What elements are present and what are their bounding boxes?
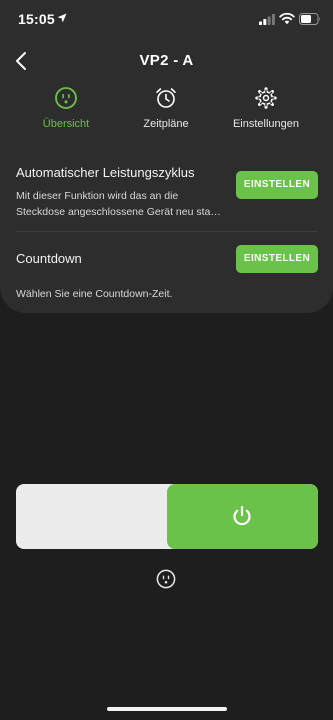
- battery-icon: [299, 13, 320, 25]
- countdown-set-button[interactable]: EINSTELLEN: [236, 245, 318, 273]
- page-title: VP2 - A: [139, 52, 194, 69]
- location-arrow-icon: [57, 13, 67, 23]
- tab-schedules-label: Zeitpläne: [143, 118, 189, 130]
- power-cycle-description: Mit dieser Funktion wird das an die Stec…: [16, 190, 221, 218]
- status-bar: 15:05: [0, 0, 333, 40]
- power-switch-knob[interactable]: [167, 484, 318, 549]
- divider: [16, 231, 318, 232]
- status-time: 15:05: [18, 11, 55, 27]
- tab-schedules[interactable]: Zeitpläne: [116, 86, 216, 136]
- tab-settings[interactable]: Einstellungen: [216, 86, 316, 136]
- power-cycle-set-button[interactable]: EINSTELLEN: [236, 171, 318, 199]
- power-icon: [233, 505, 251, 526]
- outlet-icon: [156, 569, 176, 589]
- gear-icon: [255, 87, 277, 109]
- power-cycle-title: Automatischer Leistungszyklus: [16, 165, 195, 180]
- countdown-title: Countdown: [16, 251, 82, 266]
- power-switch[interactable]: [16, 484, 318, 549]
- outlet-icon: [55, 87, 77, 109]
- tab-overview[interactable]: Übersicht: [16, 86, 116, 136]
- tab-settings-label: Einstellungen: [232, 118, 300, 130]
- wifi-icon: [279, 12, 295, 25]
- alarm-clock-icon: [156, 88, 176, 108]
- cellular-signal-icon: [259, 14, 275, 25]
- home-indicator[interactable]: [107, 707, 227, 711]
- tab-overview-label: Übersicht: [42, 118, 90, 130]
- countdown-description: Wählen Sie eine Countdown-Zeit.: [16, 288, 173, 300]
